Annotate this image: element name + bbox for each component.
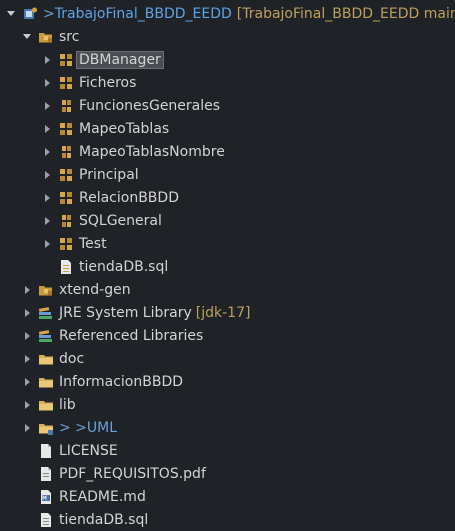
file-label: tiendaDB.sql (79, 258, 169, 275)
package-row[interactable]: MapeoTablas (40, 117, 169, 140)
folder-icon (38, 351, 54, 367)
package-label: MapeoTablasNombre (79, 143, 225, 160)
src-folder-row[interactable]: src (20, 25, 79, 48)
project-name: TrabajoFinal_BBDD_EEDD (54, 5, 232, 22)
license-file-row[interactable]: LICENSE (20, 439, 118, 462)
package-icon (58, 98, 74, 114)
src-label: src (59, 28, 80, 45)
referenced-libraries-row[interactable]: Referenced Libraries (20, 324, 203, 347)
file-label: tiendaDB.sql (59, 511, 149, 528)
package-row[interactable]: SQLGeneral (40, 209, 162, 232)
file-row[interactable]: tiendaDB.sql (40, 255, 168, 278)
folder-label: lib (59, 396, 76, 413)
collapse-icon[interactable] (4, 7, 18, 21)
expand-icon[interactable] (40, 145, 54, 159)
folder-label: doc (59, 350, 85, 367)
file-label: PDF_REQUISITOS.pdf (59, 465, 206, 482)
package-icon (58, 52, 74, 68)
expand-icon[interactable] (40, 168, 54, 182)
xtend-gen-row[interactable]: xtend-gen (20, 278, 131, 301)
expand-icon[interactable] (40, 99, 54, 113)
package-row[interactable]: FuncionesGenerales (40, 94, 220, 117)
file-icon (38, 443, 54, 459)
readme-file-row[interactable]: README.md (20, 485, 146, 508)
jdk-version: [jdk-17] (195, 304, 251, 321)
file-label: LICENSE (59, 442, 118, 459)
folder-label: InformacionBBDD (59, 373, 184, 390)
lib-folder-row[interactable]: lib (20, 393, 76, 416)
package-icon (58, 167, 74, 183)
expand-icon[interactable] (40, 214, 54, 228)
expand-icon[interactable] (40, 237, 54, 251)
expand-icon[interactable] (20, 352, 34, 366)
expand-icon[interactable] (20, 398, 34, 412)
collapse-icon[interactable] (20, 30, 34, 44)
package-label: MapeoTablas (79, 120, 170, 137)
expand-icon[interactable] (40, 76, 54, 90)
expand-icon[interactable] (20, 375, 34, 389)
pdf-file-row[interactable]: PDF_REQUISITOS.pdf (20, 462, 206, 485)
jre-library-row[interactable]: JRE System Library [jdk-17] (20, 301, 250, 324)
xtend-gen-label: xtend-gen (59, 281, 131, 298)
referenced-libraries-label: Referenced Libraries (59, 327, 204, 344)
package-icon (58, 75, 74, 91)
folder-icon (38, 420, 54, 436)
expand-icon[interactable] (20, 329, 34, 343)
package-icon (58, 213, 74, 229)
project-row[interactable]: > TrabajoFinal_BBDD_EEDD [TrabajoFinal_B… (4, 2, 455, 25)
source-folder-icon (38, 282, 54, 298)
git-prefix: > (43, 5, 55, 22)
file-label: README.md (59, 488, 146, 505)
expand-icon[interactable] (40, 191, 54, 205)
java-project-icon (22, 6, 38, 22)
library-icon (38, 328, 54, 344)
library-icon (38, 305, 54, 321)
expand-icon[interactable] (40, 53, 54, 67)
expand-icon[interactable] (20, 421, 34, 435)
package-label: FuncionesGenerales (79, 97, 221, 114)
package-label: DBManager (76, 50, 164, 69)
package-icon (58, 121, 74, 137)
sql-file-icon (58, 259, 74, 275)
package-explorer-tree: > TrabajoFinal_BBDD_EEDD [TrabajoFinal_B… (0, 0, 455, 531)
package-label: Principal (79, 166, 139, 183)
package-row[interactable]: Test (40, 232, 107, 255)
uml-git-prefix: > > (59, 419, 87, 436)
expand-icon[interactable] (40, 122, 54, 136)
package-row[interactable]: DBManager (40, 48, 164, 71)
package-label: RelacionBBDD (79, 189, 179, 206)
uml-folder-row[interactable]: > > UML (20, 416, 117, 439)
doc-folder-row[interactable]: doc (20, 347, 84, 370)
package-row[interactable]: Ficheros (40, 71, 136, 94)
git-branch: [TrabajoFinal_BBDD_EEDD main] (236, 5, 455, 22)
expand-icon[interactable] (20, 306, 34, 320)
expand-icon[interactable] (20, 283, 34, 297)
package-row[interactable]: RelacionBBDD (40, 186, 179, 209)
package-label: Ficheros (79, 74, 137, 91)
source-folder-icon (38, 29, 54, 45)
folder-icon (38, 397, 54, 413)
informacion-folder-row[interactable]: InformacionBBDD (20, 370, 183, 393)
package-label: Test (79, 235, 107, 252)
folder-icon (38, 374, 54, 390)
package-label: SQLGeneral (79, 212, 162, 229)
jre-library-label: JRE System Library (59, 304, 192, 321)
package-row[interactable]: MapeoTablasNombre (40, 140, 225, 163)
package-row[interactable]: Principal (40, 163, 139, 186)
pdf-file-icon (38, 466, 54, 482)
markdown-file-icon (38, 489, 54, 505)
package-icon (58, 236, 74, 252)
package-icon (58, 144, 74, 160)
package-icon (58, 190, 74, 206)
sql-file-row[interactable]: tiendaDB.sql (20, 508, 148, 531)
folder-label: UML (86, 419, 118, 436)
sql-file-icon (38, 512, 54, 528)
